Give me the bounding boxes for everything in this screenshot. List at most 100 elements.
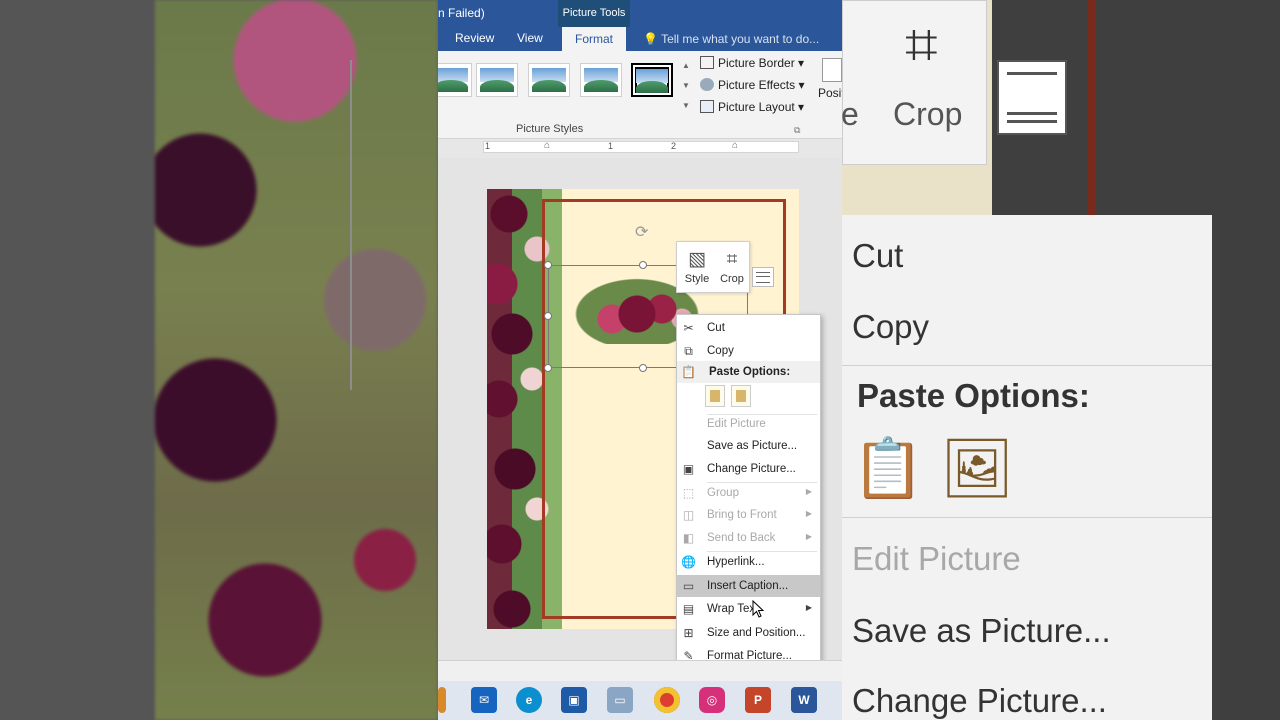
style-button[interactable]: ▧ Style: [680, 246, 714, 285]
store-icon[interactable]: ▣: [561, 687, 587, 713]
background-paste-options: Paste Options:: [857, 377, 1090, 414]
hyperlink-icon: 🌐: [681, 555, 696, 569]
group-icon: ⬚: [682, 486, 695, 500]
background-crop-box: ⌗ Crop e: [842, 0, 987, 165]
menu-item-copy[interactable]: ⧉ Copy: [677, 340, 820, 362]
menu-item-label: Hyperlink...: [707, 556, 765, 568]
picture-border-button[interactable]: Picture Border ▾: [700, 56, 804, 70]
picture-style-thumb[interactable]: [580, 63, 622, 97]
style-icon: ▧: [688, 249, 706, 270]
word-icon[interactable]: W: [791, 687, 817, 713]
picture-tools-group-label: Picture Tools: [558, 0, 630, 27]
paste-icon: 📋: [681, 365, 696, 379]
picture-layout-icon: [700, 100, 714, 113]
gallery-more-icon[interactable]: ▼: [680, 96, 692, 116]
layout-options-icon[interactable]: [752, 267, 774, 287]
ruler-tab-marker[interactable]: ⌂: [732, 140, 738, 151]
tell-me-search[interactable]: 💡 Tell me what you want to do...: [643, 32, 819, 46]
menu-item-label: Save as Picture...: [707, 440, 798, 452]
tab-view[interactable]: View: [517, 31, 543, 45]
menu-item-label: Change Picture...: [707, 463, 796, 475]
menu-item-edit-picture: Edit Picture: [677, 413, 820, 435]
style-label: Style: [684, 273, 710, 285]
gallery-scroll[interactable]: ▲ ▼ ▼: [680, 56, 692, 116]
resize-handle[interactable]: [544, 261, 552, 269]
crop-icon: ⌗: [726, 249, 738, 270]
resize-handle[interactable]: [639, 261, 647, 269]
background-save-as-picture: Save as Picture...: [852, 612, 1111, 649]
picture-layout-button[interactable]: Picture Layout ▾: [700, 100, 804, 114]
status-bar: [438, 660, 842, 681]
tab-format[interactable]: Format: [562, 27, 627, 51]
menu-item-label: Edit Picture: [707, 418, 766, 430]
context-menu: ✂ Cut ⧉ Copy 📋 Paste Options: Edit Pictu…: [676, 314, 821, 668]
word-window: n Failed) Picture Tools Review View Form…: [438, 0, 842, 720]
gallery-up-icon[interactable]: ▲: [680, 56, 692, 76]
picture-style-thumb[interactable]: [438, 63, 472, 97]
rotate-handle-icon[interactable]: ⟳: [635, 222, 648, 242]
menu-item-insert-caption[interactable]: ▭ Insert Caption...: [677, 575, 820, 597]
picture-style-thumb[interactable]: [528, 63, 570, 97]
background-crop-label: Crop: [893, 96, 963, 132]
lightbulb-icon: 💡: [643, 32, 658, 46]
taskbar: ✉ e ▣ ▭ ◎ P W: [438, 681, 842, 720]
horizontal-ruler[interactable]: 1 1 2 ⌂ ⌂: [483, 140, 799, 153]
edge-icon[interactable]: e: [516, 687, 542, 713]
paste-option-buttons: [705, 385, 765, 411]
computer-icon[interactable]: ▭: [607, 687, 633, 713]
position-button[interactable]: Positi: [818, 56, 842, 116]
picture-border-icon: [700, 56, 714, 69]
background-dark-strip: [0, 0, 155, 720]
picture-effects-icon: [700, 78, 714, 91]
menu-item-label: Cut: [707, 322, 725, 334]
menu-item-hyperlink[interactable]: 🌐 Hyperlink...: [677, 551, 820, 573]
background-wrap-icon: [997, 60, 1067, 135]
picture-layout-label: Picture Layout: [718, 100, 795, 114]
background-e-fragment: e: [842, 96, 859, 132]
background-copy: Copy: [852, 308, 930, 345]
picture-style-thumb-selected[interactable]: [631, 63, 673, 97]
background-context-menu: Cut Copy Paste Options: 📋 🖼 Edit Picture…: [842, 215, 1212, 720]
menu-item-change-picture[interactable]: ▣ Change Picture...: [677, 458, 820, 480]
resize-handle[interactable]: [544, 312, 552, 320]
menu-item-label: Wrap Text: [707, 603, 759, 615]
folder-icon[interactable]: [438, 687, 446, 713]
background-edit-picture: Edit Picture: [852, 540, 1021, 577]
tell-me-placeholder: Tell me what you want to do...: [661, 32, 820, 46]
resize-handle[interactable]: [639, 364, 647, 372]
gallery-down-icon[interactable]: ▼: [680, 76, 692, 96]
menu-item-size-and-position[interactable]: ⊞ Size and Position...: [677, 622, 820, 644]
dialog-launcher-icon[interactable]: ⧉: [794, 125, 800, 136]
powerpoint-icon[interactable]: P: [745, 687, 771, 713]
chrome-icon[interactable]: [654, 687, 680, 713]
mini-toolbar: ▧ Style ⌗ Crop: [676, 241, 750, 293]
menu-item-label: Bring to Front: [707, 509, 777, 521]
menu-item-label: Copy: [707, 345, 734, 357]
crop-button[interactable]: ⌗ Crop: [715, 246, 749, 285]
ruler-number: 1: [608, 141, 614, 151]
instagram-icon[interactable]: ◎: [699, 687, 725, 713]
mail-icon[interactable]: ✉: [471, 687, 497, 713]
picture-styles-group-label: Picture Styles: [516, 123, 584, 135]
picture-style-thumb[interactable]: [476, 63, 518, 97]
background-selection-edge: [350, 60, 438, 390]
menu-item-label: Insert Caption...: [707, 580, 789, 592]
picture-effects-button[interactable]: Picture Effects ▾: [700, 78, 805, 92]
background-cut: Cut: [852, 237, 904, 274]
picture-effects-label: Picture Effects: [718, 78, 796, 92]
submenu-arrow-icon: ▶: [805, 603, 812, 612]
paste-keep-formatting-icon[interactable]: [705, 385, 725, 407]
menu-item-wrap-text[interactable]: ▤ Wrap Text ▶: [677, 598, 820, 620]
menu-header-paste-options: 📋 Paste Options:: [677, 361, 820, 383]
background-crop-icon: ⌗: [905, 12, 938, 77]
caption-icon: ▭: [682, 579, 695, 593]
ribbon-panel: ▲ ▼ ▼ Picture Border ▾ Picture Effects ▾…: [438, 51, 842, 139]
submenu-arrow-icon: ▶: [805, 509, 812, 518]
paste-picture-icon[interactable]: [731, 385, 751, 407]
background-change-picture: Change Picture...: [852, 682, 1107, 719]
menu-item-cut[interactable]: ✂ Cut: [677, 317, 820, 339]
resize-handle[interactable]: [544, 364, 552, 372]
tab-review[interactable]: Review: [455, 31, 494, 45]
ruler-indent-marker[interactable]: ⌂: [544, 140, 550, 151]
menu-item-save-as-picture[interactable]: Save as Picture...: [677, 435, 820, 457]
